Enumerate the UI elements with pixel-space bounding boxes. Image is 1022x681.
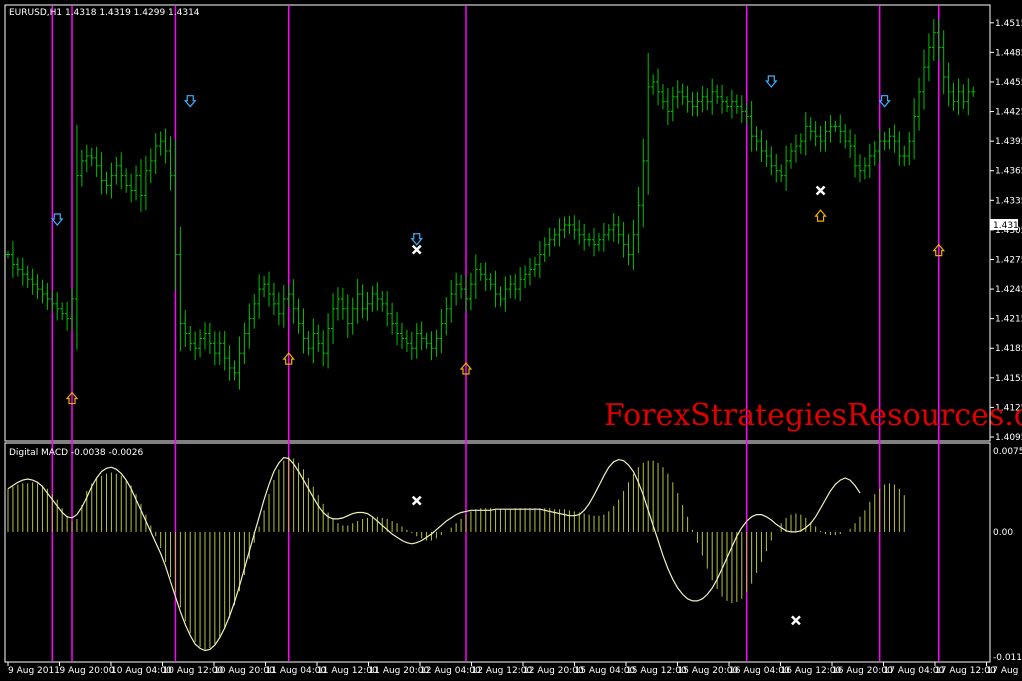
macd-tick-label: -0.0116: [993, 653, 1022, 663]
price-tick-label: 1.4185: [995, 344, 1022, 354]
price-tick-label: 1.4275: [995, 255, 1022, 265]
price-tick-label: 1.4365: [995, 167, 1022, 177]
price-tick-label: 1.4515: [995, 19, 1022, 29]
time-tick-label: 9 Aug 2011: [8, 666, 60, 676]
price-tick-label: 1.4335: [995, 196, 1022, 206]
price-panel-header: EURUSD,H1 1.4318 1.4319 1.4299 1.4314: [9, 8, 200, 18]
background: [0, 0, 1022, 681]
macd-tick-label: 0.00: [993, 528, 1013, 538]
price-tick-label: 1.4425: [995, 108, 1022, 118]
watermark: ForexStrategiesResources.com: [604, 398, 1022, 433]
price-tick-label: 1.4455: [995, 78, 1022, 88]
macd-panel-header: Digital MACD -0.0038 -0.0026: [9, 448, 144, 458]
price-tick-label: 1.4095: [995, 433, 1022, 443]
price-tick-label: 1.4395: [995, 137, 1022, 147]
chart-window[interactable]: EURUSD,H1 1.4318 1.4319 1.4299 1.4314 Di…: [0, 0, 1022, 681]
price-tick-label: 1.4155: [995, 374, 1022, 384]
time-tick-label: 9 Aug 20:00: [60, 666, 115, 676]
price-tick-label: 1.4485: [995, 48, 1022, 58]
price-tick-label: 1.4245: [995, 285, 1022, 295]
price-tick-label: 1.4215: [995, 315, 1022, 325]
time-tick-label: 17 Aug 20:00: [987, 666, 1022, 676]
macd-tick-label: 0.0075: [993, 447, 1022, 457]
current-price-label: 1.4314: [993, 221, 1022, 231]
